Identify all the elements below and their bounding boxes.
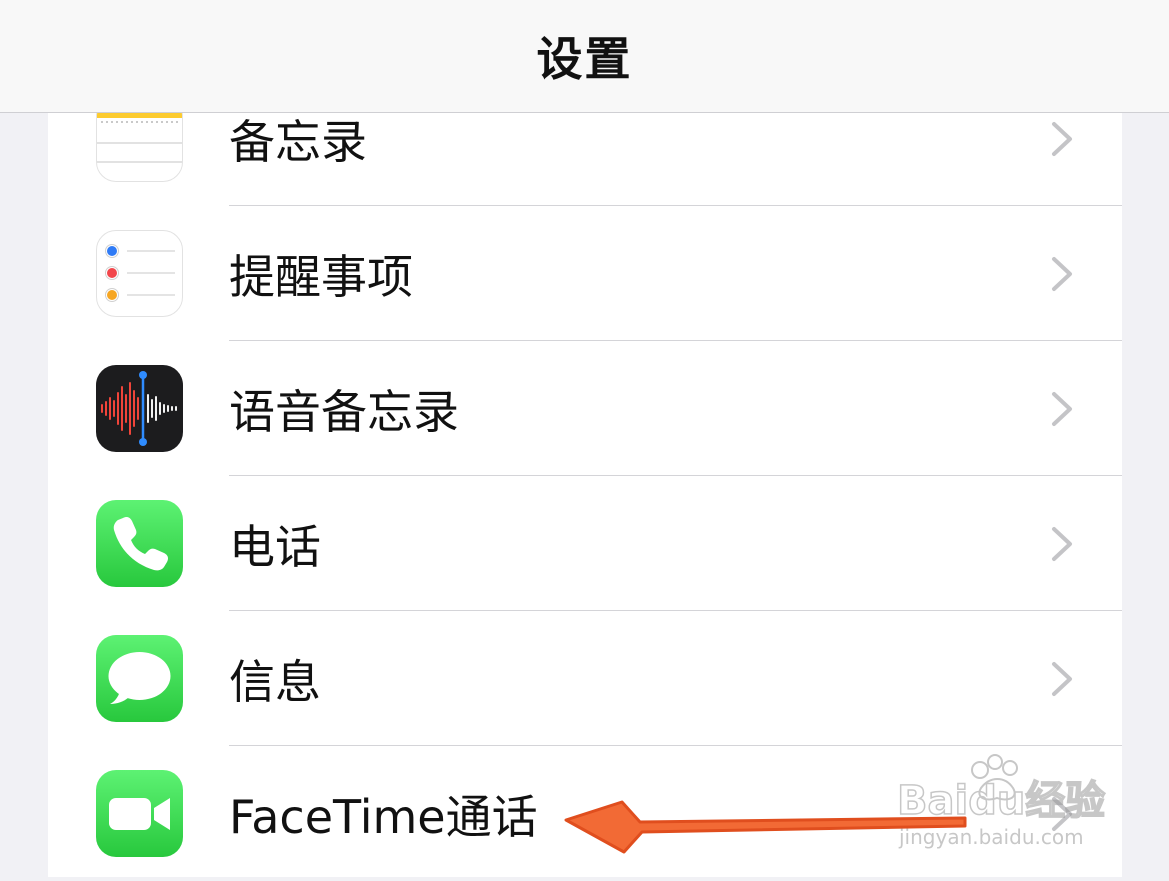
settings-row-reminders[interactable]: 提醒事项	[48, 206, 1122, 341]
settings-row-messages[interactable]: 信息	[48, 611, 1122, 746]
settings-row-label: 提醒事项	[229, 249, 413, 304]
navigation-bar: 设置	[0, 0, 1169, 113]
settings-row-label: 电话	[229, 519, 321, 574]
voice-memos-icon	[96, 365, 183, 452]
messages-icon	[96, 635, 183, 722]
page-title: 设置	[536, 32, 633, 86]
chevron-right-icon	[1052, 662, 1072, 696]
settings-row-label: 语音备忘录	[229, 384, 459, 439]
baidu-watermark: Baidu经验 jingyan.baidu.com	[895, 748, 1145, 858]
chevron-right-icon	[1052, 527, 1072, 561]
settings-row-phone[interactable]: 电话	[48, 476, 1122, 611]
watermark-brand: Baidu经验	[897, 778, 1105, 824]
reminders-icon	[96, 230, 183, 317]
chevron-right-icon	[1052, 257, 1072, 291]
settings-row-label: 信息	[229, 654, 321, 709]
facetime-icon	[96, 770, 183, 857]
chevron-right-icon	[1052, 122, 1072, 156]
phone-icon	[96, 500, 183, 587]
settings-row-label: FaceTime通话	[229, 789, 538, 844]
chevron-right-icon	[1052, 392, 1072, 426]
settings-row-voice-memos[interactable]: 语音备忘录	[48, 341, 1122, 476]
watermark-url: jingyan.baidu.com	[898, 825, 1084, 849]
